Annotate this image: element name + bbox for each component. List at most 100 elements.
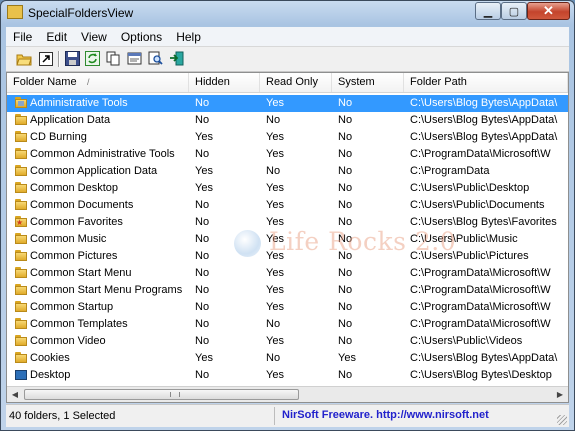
- table-row[interactable]: Common Pictures No Yes No C:\Users\Public\Pi…: [7, 248, 568, 265]
- column-header-folder-name[interactable]: Folder Name /: [7, 73, 189, 92]
- cell-system: No: [338, 182, 353, 194]
- cell-read-only: Yes: [266, 335, 284, 347]
- table-row[interactable]: Cookies Yes No Yes C:\Users\Blog Bytes\AppDa…: [7, 350, 568, 367]
- title-bar[interactable]: SpecialFoldersView ▁ ▢ ✕: [1, 1, 574, 25]
- folder-icon: [15, 352, 27, 363]
- table-row[interactable]: Common Startup No Yes No C:\ProgramData\Micr…: [7, 299, 568, 316]
- status-credit-link[interactable]: NirSoft Freeware. http://www.nirsoft.net: [282, 409, 489, 421]
- table-row[interactable]: Common Start Menu Programs No Yes No C:\Prog…: [7, 282, 568, 299]
- table-row[interactable]: Common Music No Yes No C:\Users\Public\Music: [7, 231, 568, 248]
- app-icon: [7, 5, 23, 19]
- shortcut-arrow-icon: [38, 51, 53, 66]
- cell-hidden: No: [195, 114, 210, 126]
- refresh-button[interactable]: [84, 50, 101, 67]
- properties-button[interactable]: [126, 50, 143, 67]
- cell-read-only: Yes: [266, 97, 284, 109]
- table-row[interactable]: Desktop No Yes No C:\Users\Blog Bytes\Deskto…: [7, 367, 568, 384]
- menu-file[interactable]: File: [6, 27, 39, 46]
- table-row[interactable]: Common Templates No No No C:\ProgramData\Mic…: [7, 316, 568, 333]
- cell-folder-name: Common Desktop: [30, 182, 119, 194]
- cell-system: No: [338, 301, 353, 313]
- cell-hidden: No: [195, 216, 210, 228]
- open-folder-button[interactable]: [15, 50, 32, 67]
- scroll-left-button[interactable]: ◀: [7, 387, 23, 402]
- open-path-button[interactable]: [37, 50, 54, 67]
- column-header-read-only[interactable]: Read Only: [260, 73, 332, 92]
- exit-button[interactable]: [168, 50, 185, 67]
- save-button[interactable]: [64, 50, 81, 67]
- cell-read-only: Yes: [266, 267, 284, 279]
- copy-button[interactable]: [105, 50, 122, 67]
- table-row[interactable]: Common Desktop Yes Yes No C:\Users\Public\De…: [7, 180, 568, 197]
- cell-folder-name: Common Video: [30, 335, 106, 347]
- table-row[interactable]: ★ Common Favorites No Yes No C:\Users\Blog By…: [7, 214, 568, 231]
- cell-folder-name: Common Music: [30, 233, 107, 245]
- cell-hidden: No: [195, 284, 210, 296]
- cell-folder-path: C:\Users\Blog Bytes\AppData\: [410, 114, 558, 126]
- cell-read-only: Yes: [266, 250, 284, 262]
- table-row[interactable]: Administrative Tools No Yes No C:\Users\Blog…: [7, 95, 568, 112]
- menu-options[interactable]: Options: [114, 27, 169, 46]
- cell-system: No: [338, 114, 353, 126]
- resize-grip[interactable]: [557, 415, 567, 425]
- find-button[interactable]: [147, 50, 164, 67]
- maximize-icon: ▢: [508, 5, 520, 18]
- cell-folder-name: Common Administrative Tools: [30, 148, 175, 160]
- cell-folder-name: Desktop: [30, 369, 71, 381]
- horizontal-scrollbar[interactable]: ◀ ▶: [7, 386, 568, 402]
- cell-folder-path: C:\Users\Public\Videos: [410, 335, 523, 347]
- cell-folder-path: C:\ProgramData: [410, 165, 490, 177]
- cell-folder-name: Cookies: [30, 352, 70, 364]
- table-row[interactable]: CD Burning Yes Yes No C:\Users\Blog Bytes\Ap…: [7, 129, 568, 146]
- folder-icon: [15, 267, 27, 278]
- column-header-folder-path[interactable]: Folder Path: [404, 73, 568, 92]
- minimize-button[interactable]: ▁: [475, 2, 501, 20]
- table-row[interactable]: Common Start Menu No Yes No C:\ProgramData\M…: [7, 265, 568, 282]
- close-button[interactable]: ✕: [527, 2, 570, 20]
- status-bar: 40 folders, 1 Selected NirSoft Freeware.…: [6, 404, 569, 427]
- table-row[interactable]: Common Documents No Yes No C:\Users\Public\D…: [7, 197, 568, 214]
- desktop-folder-icon: [15, 369, 27, 380]
- maximize-button[interactable]: ▢: [501, 2, 527, 20]
- cell-system: No: [338, 148, 353, 160]
- exit-door-icon: [170, 51, 184, 66]
- folders-list[interactable]: Folder Name / Hidden Read Only System Fo…: [6, 72, 569, 403]
- cell-folder-name: Common Pictures: [30, 250, 118, 262]
- cell-system: No: [338, 267, 353, 279]
- scroll-right-button[interactable]: ▶: [552, 387, 568, 402]
- cell-folder-path: C:\Users\Public\Documents: [410, 199, 545, 211]
- cell-folder-name: Administrative Tools: [30, 97, 128, 109]
- menu-view[interactable]: View: [74, 27, 114, 46]
- folder-icon: [15, 335, 27, 346]
- cell-read-only: No: [266, 165, 281, 177]
- column-header-hidden[interactable]: Hidden: [189, 73, 260, 92]
- table-row[interactable]: Common Application Data Yes No No C:\Program…: [7, 163, 568, 180]
- table-row[interactable]: Application Data No No No C:\Users\Blog Byte…: [7, 112, 568, 129]
- cell-read-only: Yes: [266, 301, 284, 313]
- cell-system: No: [338, 284, 353, 296]
- cell-hidden: No: [195, 199, 210, 211]
- cell-folder-path: C:\Users\Blog Bytes\Favorites: [410, 216, 557, 228]
- menu-bar: File Edit View Options Help: [6, 27, 569, 46]
- cell-folder-path: C:\Users\Blog Bytes\AppData\: [410, 131, 558, 143]
- folder-icon: [15, 182, 27, 193]
- toolbar-separator: [58, 51, 60, 67]
- table-row[interactable]: Common Administrative Tools No Yes No C:\Pro…: [7, 146, 568, 163]
- cell-hidden: No: [195, 233, 210, 245]
- cell-system: Yes: [338, 352, 356, 364]
- cell-system: No: [338, 335, 353, 347]
- cell-hidden: Yes: [195, 352, 213, 364]
- find-icon: [148, 51, 163, 65]
- tools-folder-icon: [15, 97, 27, 108]
- cell-read-only: Yes: [266, 131, 284, 143]
- cell-hidden: No: [195, 250, 210, 262]
- folder-icon: [15, 199, 27, 210]
- menu-edit[interactable]: Edit: [39, 27, 74, 46]
- menu-help[interactable]: Help: [169, 27, 208, 46]
- scrollbar-thumb[interactable]: [24, 389, 299, 400]
- cell-read-only: Yes: [266, 148, 284, 160]
- cell-folder-path: C:\Users\Public\Music: [410, 233, 518, 245]
- cell-hidden: Yes: [195, 131, 213, 143]
- table-row[interactable]: Common Video No Yes No C:\Users\Public\Video…: [7, 333, 568, 350]
- column-header-system[interactable]: System: [332, 73, 404, 92]
